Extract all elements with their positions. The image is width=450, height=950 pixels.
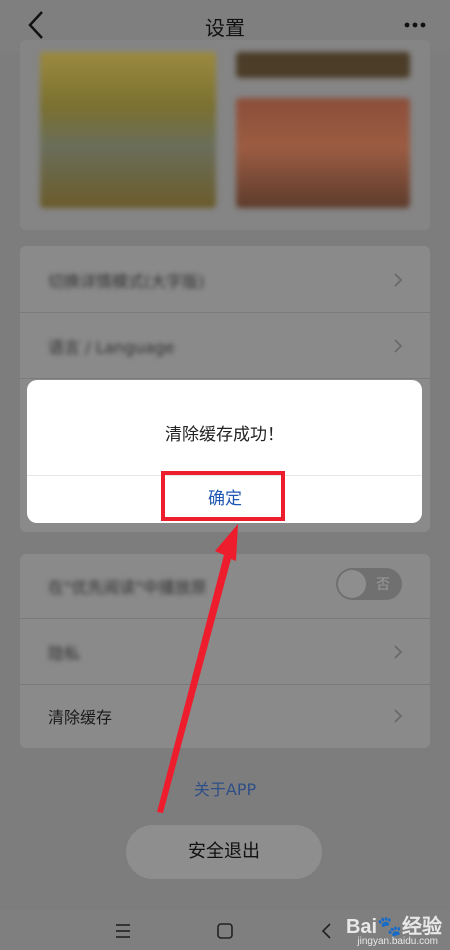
settings-row-language[interactable]: 语言 / Language — [20, 314, 430, 379]
page-title: 设置 — [205, 16, 245, 40]
chevron-right-icon — [394, 273, 403, 287]
menu-icon[interactable] — [112, 920, 134, 942]
more-options-icon[interactable] — [402, 10, 428, 40]
toggle-text: 否 — [376, 577, 390, 593]
dialog-message: 清除缓存成功！ — [165, 425, 284, 445]
baidu-jingyan-watermark: Bai🐾经验 jingyan.baidu.com — [272, 910, 442, 950]
watermark-brand: Bai🐾经验 — [345, 916, 442, 938]
about-app-link[interactable]: 关于APP — [0, 776, 450, 800]
theme-thumbnail-3[interactable] — [236, 98, 410, 208]
chevron-right-icon — [394, 709, 403, 723]
settings-row-label: 隐私 — [48, 644, 81, 663]
system-nav-bar: Bai🐾经验 jingyan.baidu.com — [0, 910, 450, 950]
settings-row-toggle: 在"优先阅读"中播放原 否 — [20, 554, 430, 619]
logout-button[interactable]: 安全退出 — [126, 825, 322, 879]
toggle-switch[interactable]: 否 — [336, 568, 402, 600]
highlight-box — [161, 471, 285, 521]
chevron-right-icon — [394, 339, 403, 353]
settings-row-privacy[interactable]: 隐私 — [20, 620, 430, 685]
settings-section-2: 在"优先阅读"中播放原 否 隐私 清除缓存 — [20, 554, 430, 748]
watermark-url: jingyan.baidu.com — [357, 936, 438, 947]
home-icon[interactable] — [214, 920, 236, 942]
chevron-right-icon — [394, 645, 403, 659]
theme-thumbnail-2[interactable] — [236, 52, 410, 78]
settings-row-label: 切换详情模式(大字版) — [48, 272, 205, 291]
settings-row-label: 在"优先阅读"中播放原 — [48, 578, 207, 597]
settings-row-detail-mode[interactable]: 切换详情模式(大字版) — [20, 248, 430, 313]
settings-row-label: 语言 / Language — [48, 338, 175, 357]
thumbnail-card — [20, 40, 430, 230]
toggle-knob — [338, 570, 366, 598]
settings-row-clear-cache[interactable]: 清除缓存 — [20, 684, 430, 748]
theme-thumbnail-1[interactable] — [40, 52, 216, 208]
settings-row-label: 清除缓存 — [48, 708, 113, 727]
